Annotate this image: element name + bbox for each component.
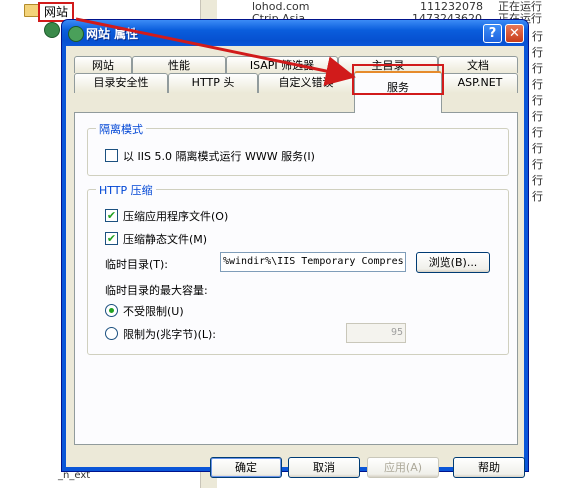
list-item-status: 行 xyxy=(532,174,543,187)
tab-documents[interactable]: 文档 xyxy=(438,56,518,73)
tab-performance[interactable]: 性能 xyxy=(132,56,226,73)
isolation-group: 隔离模式 以 IIS 5.0 隔离模式运行 WWW 服务(I) xyxy=(87,121,509,176)
tab-aspnet[interactable]: ASP.NET xyxy=(442,73,518,93)
list-item-status: 行 xyxy=(532,126,543,139)
max-size-label: 临时目录的最大容量: xyxy=(105,284,208,297)
tab-custom-errors[interactable]: 自定义错误 xyxy=(258,73,354,93)
limit-size-input[interactable]: 95 xyxy=(346,323,406,343)
tab-services[interactable]: 服务 xyxy=(354,71,442,113)
cancel-button[interactable]: 取消 xyxy=(288,457,360,478)
list-item-status: 行 xyxy=(532,190,543,203)
globe-icon xyxy=(44,22,60,38)
globe-icon xyxy=(68,26,84,42)
list-item-status: 行 xyxy=(532,158,543,171)
apply-button[interactable]: 应用(A) xyxy=(367,457,439,478)
compress-app-files-label: 压缩应用程序文件(O) xyxy=(123,210,229,223)
close-icon[interactable]: ✕ xyxy=(505,24,524,43)
tab-isapi-filters[interactable]: ISAPI 筛选器 xyxy=(226,56,338,73)
list-item-status: 行 xyxy=(532,110,543,123)
http-compression-group-title: HTTP 压缩 xyxy=(96,182,156,198)
list-item-status: 行 xyxy=(532,62,543,75)
isolation-checkbox[interactable] xyxy=(105,149,118,162)
properties-dialog: 网站 属性 ? ✕ 网站 性能 ISAPI 筛选器 主目录 文档 目录安全性 H… xyxy=(61,19,529,478)
list-item-status: 行 xyxy=(532,94,543,107)
list-item-status: 行 xyxy=(532,30,543,43)
isolation-checkbox-label: 以 IIS 5.0 隔离模式运行 WWW 服务(I) xyxy=(123,150,315,163)
dialog-client: 网站 性能 ISAPI 筛选器 主目录 文档 目录安全性 HTTP 头 自定义错… xyxy=(66,46,525,478)
help-button[interactable]: 帮助 xyxy=(453,457,525,478)
browse-button[interactable]: 浏览(B)... xyxy=(416,252,490,273)
unlimited-radio-label: 不受限制(U) xyxy=(123,305,184,318)
list-item-status: 行 xyxy=(532,142,543,155)
temp-directory-input[interactable]: %windir%\IIS Temporary Compres xyxy=(220,252,406,272)
temp-directory-label: 临时目录(T): xyxy=(105,258,169,271)
http-compression-group: HTTP 压缩 ✔ 压缩应用程序文件(O) ✔ 压缩静态文件(M) 临时目录(T… xyxy=(87,182,509,355)
tab-directory-security[interactable]: 目录安全性 xyxy=(74,73,168,93)
list-item-status: 行 xyxy=(532,78,543,91)
tab-http-headers[interactable]: HTTP 头 xyxy=(168,73,258,93)
compress-static-files-checkbox[interactable]: ✔ xyxy=(105,232,118,245)
list-item-status: 行 xyxy=(532,46,543,59)
dialog-titlebar[interactable]: 网站 属性 ? ✕ xyxy=(62,20,528,46)
isolation-group-title: 隔离模式 xyxy=(96,121,146,137)
services-tab-panel: 隔离模式 以 IIS 5.0 隔离模式运行 WWW 服务(I) HTTP 压缩 … xyxy=(74,112,518,445)
tab-website[interactable]: 网站 xyxy=(74,56,132,73)
help-icon[interactable]: ? xyxy=(483,24,502,43)
unlimited-radio[interactable] xyxy=(105,304,118,317)
compress-static-files-label: 压缩静态文件(M) xyxy=(123,233,208,246)
dialog-title: 网站 属性 xyxy=(86,27,139,41)
limit-radio[interactable] xyxy=(105,327,118,340)
limit-radio-label: 限制为(兆字节)(L): xyxy=(123,328,217,341)
compress-app-files-checkbox[interactable]: ✔ xyxy=(105,209,118,222)
ok-button[interactable]: 确定 xyxy=(210,457,282,478)
